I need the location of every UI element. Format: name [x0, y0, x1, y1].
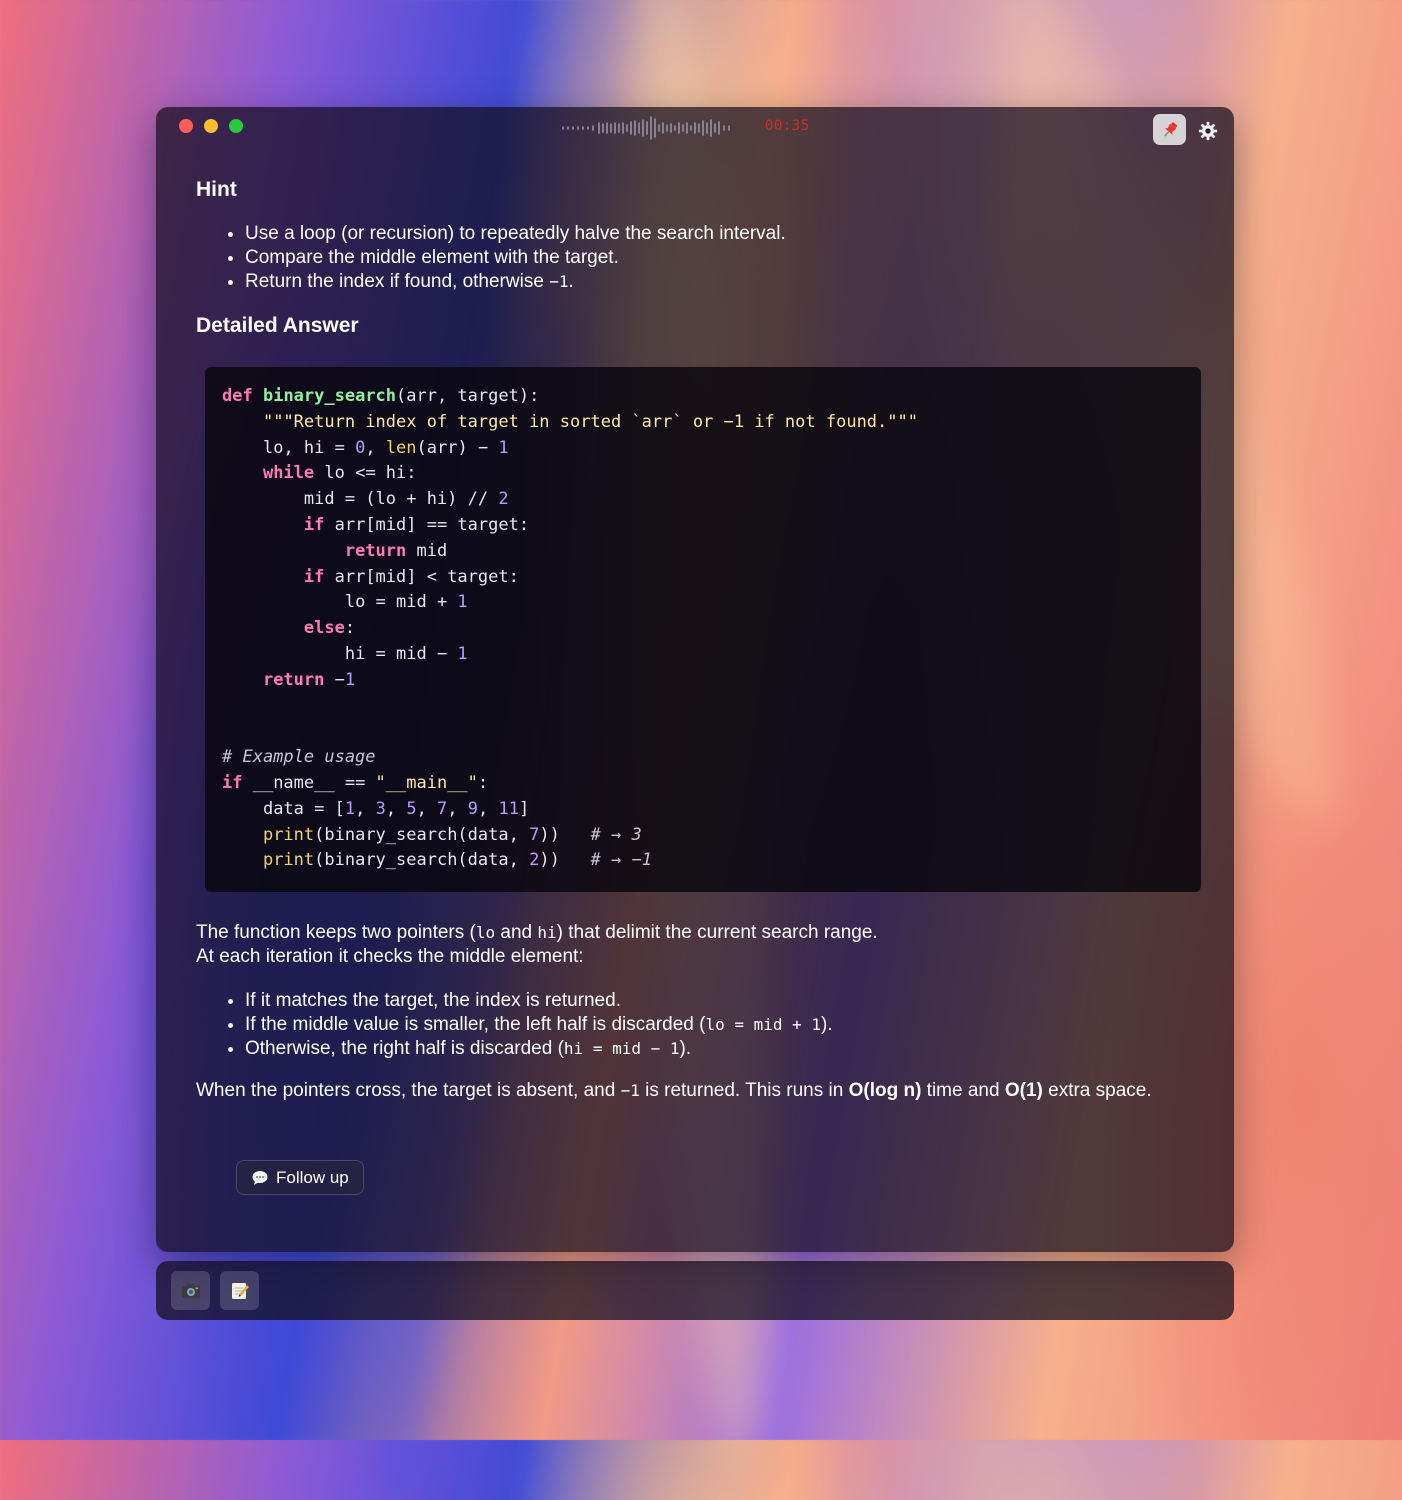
text: ).: [679, 1038, 692, 1059]
follow-up-label: Follow up: [276, 1167, 349, 1187]
text: ).: [821, 1014, 833, 1035]
inline-code: lo: [475, 923, 496, 942]
detailed-answer-heading: Detailed Answer: [196, 314, 359, 337]
list-item: Return the index if found, otherwise −1.: [245, 270, 1205, 294]
bottom-toolbar: [156, 1261, 1234, 1320]
window-controls: [179, 119, 243, 133]
hint-text: Return the index if found, otherwise: [245, 271, 550, 292]
minimize-window-button[interactable]: [204, 119, 218, 133]
text: At each iteration it checks the middle e…: [196, 946, 584, 967]
settings-button[interactable]: [1196, 119, 1220, 143]
inline-code: −1: [549, 272, 569, 291]
audio-waveform-icon: [562, 116, 730, 140]
inline-code: −1: [620, 1081, 640, 1100]
text: If the middle value is smaller, the left…: [245, 1014, 706, 1035]
text: ) that delimit the current search range.: [556, 922, 878, 943]
text: The function keeps two pointers (: [196, 922, 476, 943]
list-item: Compare the middle element with the targ…: [245, 246, 1205, 270]
explanation-list: If it matches the target, the index is r…: [196, 989, 1205, 1061]
explanation-paragraph: The function keeps two pointers (lo and …: [196, 921, 1196, 969]
hint-list: Use a loop (or recursion) to repeatedly …: [196, 222, 1205, 294]
list-item: Use a loop (or recursion) to repeatedly …: [245, 222, 1205, 246]
inline-code: lo = mid + 1: [705, 1015, 822, 1034]
space-complexity: O(1): [1004, 1080, 1043, 1101]
notes-button[interactable]: [220, 1271, 259, 1310]
text: extra space.: [1042, 1080, 1152, 1101]
text: is returned. This runs in: [639, 1080, 849, 1101]
recording-timer: 00:35: [765, 118, 810, 134]
hint-text: .: [568, 271, 574, 292]
text: Otherwise, the right half is discarded (: [245, 1038, 564, 1059]
follow-up-button[interactable]: Follow up: [236, 1160, 364, 1195]
speech-bubble-icon: [252, 1170, 268, 1185]
title-bar: 00:35: [156, 107, 1234, 155]
camera-icon: [181, 1283, 200, 1298]
pin-button[interactable]: [1153, 114, 1186, 145]
code-text: def binary_search(arr, target): """Retur…: [222, 386, 918, 871]
zoom-window-button[interactable]: [229, 119, 243, 133]
assistant-window: 00:35 Hint • Use a loop (or recursion) t…: [156, 107, 1234, 1252]
text: When the pointers cross, the target is a…: [196, 1080, 621, 1101]
list-item: Otherwise, the right half is discarded (…: [245, 1037, 1205, 1061]
screenshot-button[interactable]: [171, 1271, 210, 1310]
text: time and: [921, 1080, 1005, 1101]
inline-code: hi = mid − 1: [563, 1039, 680, 1058]
inline-code: hi: [537, 923, 557, 942]
text: and: [495, 922, 538, 943]
list-item: If the middle value is smaller, the left…: [245, 1013, 1205, 1037]
hint-heading: Hint: [196, 178, 237, 201]
code-block: def binary_search(arr, target): """Retur…: [205, 367, 1201, 892]
close-window-button[interactable]: [179, 119, 193, 133]
list-item: If it matches the target, the index is r…: [245, 989, 1205, 1013]
complexity-paragraph: When the pointers cross, the target is a…: [196, 1079, 1186, 1103]
pushpin-icon: [1163, 121, 1177, 137]
memo-icon: [231, 1282, 249, 1299]
time-complexity: O(log n): [848, 1080, 922, 1101]
gear-icon: [1198, 121, 1218, 141]
